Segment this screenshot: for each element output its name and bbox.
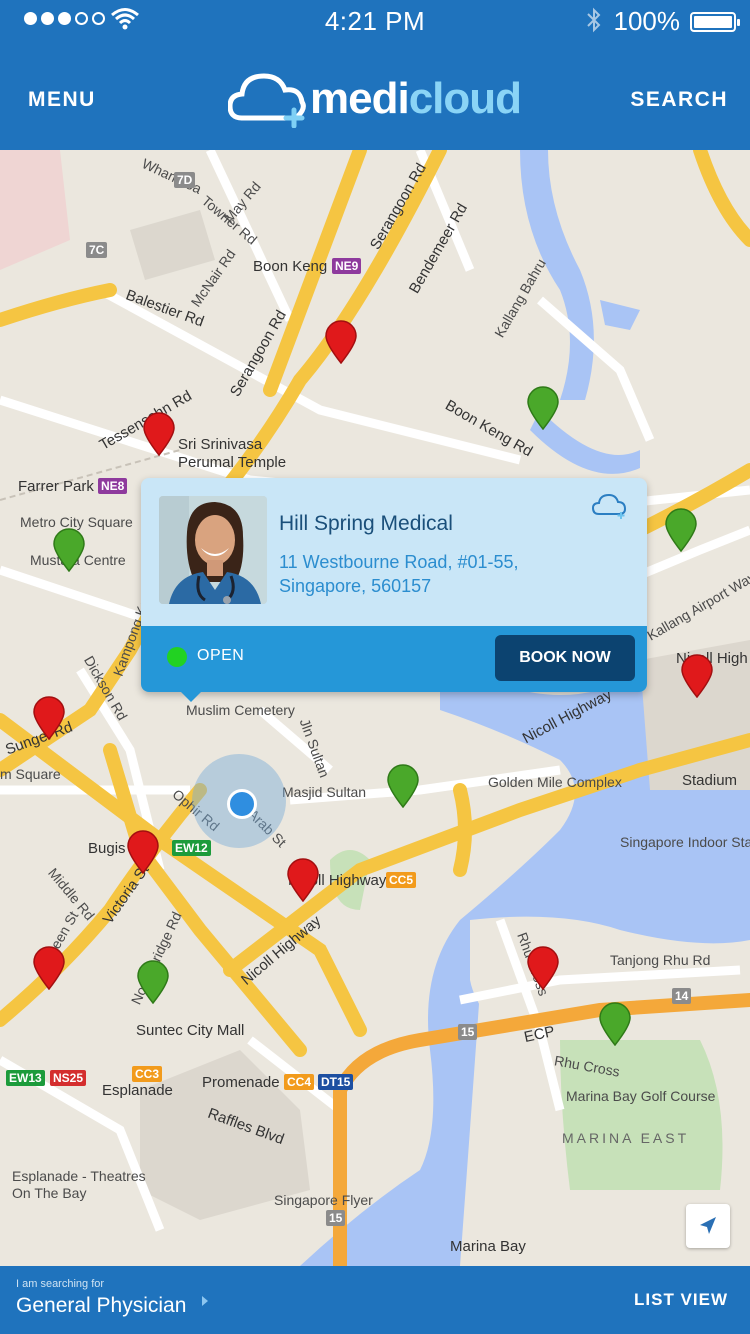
- clinic-pin-red[interactable]: [142, 412, 176, 456]
- map-label: MARINA EAST: [562, 1130, 690, 1146]
- station-badge: CC4: [284, 1074, 315, 1090]
- station-badge: NE8: [98, 478, 128, 494]
- map-label: Bugis: [88, 840, 126, 857]
- search-filter-bar: I am searching for General Physician LIS…: [0, 1266, 750, 1334]
- map-label: Stadium: [682, 772, 738, 789]
- clinic-pin-green[interactable]: [664, 508, 698, 552]
- station-badge: 7C: [86, 242, 108, 258]
- map-label: Marina Bay: [450, 1238, 526, 1255]
- station-badge: 14: [672, 988, 692, 1004]
- book-now-button[interactable]: BOOK NOW: [495, 635, 635, 681]
- station-badge: CC3: [132, 1066, 163, 1082]
- clinic-pin-red[interactable]: [526, 946, 560, 990]
- specialty-selector[interactable]: General Physician: [16, 1294, 186, 1318]
- status-bar: 4:21 PM 100%: [0, 0, 750, 40]
- clinic-pin-green[interactable]: [526, 386, 560, 430]
- clinic-action-bar: OPEN BOOK NOW: [141, 626, 647, 692]
- battery-icon: [690, 12, 740, 32]
- current-location-marker: [192, 754, 286, 848]
- open-status-label: OPEN: [197, 647, 245, 664]
- station-badge: DT15: [318, 1074, 354, 1090]
- map-label: Esplanade - Theatres On The Bay: [12, 1168, 146, 1201]
- clinic-pin-green[interactable]: [52, 528, 86, 572]
- station-badge: 15: [458, 1024, 478, 1040]
- clinic-pin-red[interactable]: [324, 320, 358, 364]
- map-label: Sri Srinivasa: [178, 436, 263, 453]
- clinic-doctor-photo: [159, 496, 267, 604]
- map-label: Golden Mile Complex: [488, 774, 622, 790]
- map-label: Suntec City Mall: [136, 1022, 245, 1039]
- station-badge: EW13: [6, 1070, 45, 1086]
- location-arrow-icon: [700, 1217, 716, 1234]
- app-header: 4:21 PM 100% MENU medicloud SEARCH: [0, 0, 750, 150]
- search-hint-label: I am searching for: [16, 1278, 105, 1290]
- station-badge: NS25: [50, 1070, 87, 1086]
- clinic-info-card[interactable]: Hill Spring Medical 11 Westbourne Road, …: [141, 478, 647, 702]
- card-pointer: [179, 690, 203, 702]
- battery-percentage: 100%: [613, 6, 681, 36]
- map-label: Marina Bay Golf Course: [566, 1088, 716, 1104]
- navigate-location-button[interactable]: [686, 1204, 730, 1248]
- map-label: m Square: [0, 766, 61, 782]
- clinic-pin-red[interactable]: [126, 830, 160, 874]
- clinic-address: 11 Westbourne Road, #01-55, Singapore, 5…: [279, 550, 579, 598]
- station-badge: EW12: [172, 840, 211, 856]
- list-view-button[interactable]: LIST VIEW: [634, 1290, 728, 1310]
- station-badge: 7D: [174, 172, 196, 188]
- station-badge: CC5: [386, 872, 417, 888]
- open-status-indicator: [167, 647, 187, 667]
- map-view[interactable]: Whampoa Towner Rd May Rd McNair Rd Boon …: [0, 150, 750, 1266]
- map-label: Farrer Park: [18, 478, 94, 495]
- station-badge: 15: [326, 1210, 346, 1226]
- clinic-pin-red[interactable]: [32, 946, 66, 990]
- map-label: Muslim Cemetery: [186, 702, 295, 718]
- clinic-pin-red[interactable]: [286, 858, 320, 902]
- map-label: Promenade: [202, 1074, 280, 1091]
- cloud-plus-icon: [228, 73, 306, 128]
- map-label: Tanjong Rhu Rd: [610, 952, 711, 968]
- clinic-pin-red[interactable]: [680, 654, 714, 698]
- clinic-pin-red[interactable]: [32, 696, 66, 740]
- medicloud-partner-icon: [591, 493, 627, 519]
- search-button[interactable]: SEARCH: [630, 88, 728, 112]
- clinic-pin-green[interactable]: [386, 764, 420, 808]
- menu-button[interactable]: MENU: [28, 88, 96, 112]
- logo-text: medicloud: [310, 74, 522, 123]
- clinic-address-line1: 11 Westbourne Road, #01-55,: [279, 552, 519, 572]
- map-label: Singapore Indoor Stadium: [620, 834, 750, 850]
- station-badge: NE9: [332, 258, 362, 274]
- medicloud-logo: medicloud: [228, 70, 528, 130]
- clinic-address-line2: Singapore, 560157: [279, 576, 432, 596]
- bluetooth-icon: [587, 7, 601, 33]
- clinic-pin-green[interactable]: [136, 960, 170, 1004]
- map-label: Masjid Sultan: [282, 784, 367, 800]
- map-label: Perumal Temple: [178, 454, 287, 471]
- map-label: Singapore Flyer: [274, 1192, 373, 1208]
- map-label: Esplanade: [102, 1082, 173, 1099]
- clinic-name[interactable]: Hill Spring Medical: [279, 512, 453, 536]
- chevron-right-icon[interactable]: [202, 1296, 208, 1306]
- clinic-info-header: Hill Spring Medical 11 Westbourne Road, …: [141, 478, 647, 626]
- clinic-pin-green[interactable]: [598, 1002, 632, 1046]
- map-label: Boon Keng: [253, 258, 328, 275]
